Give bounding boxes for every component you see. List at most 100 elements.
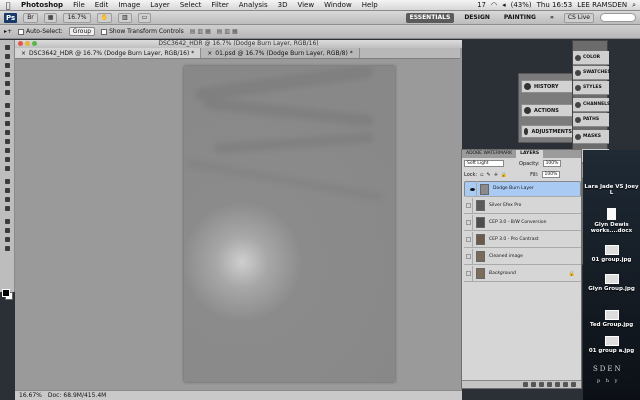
menu-image[interactable]: Image (113, 0, 145, 11)
close-tab-icon[interactable]: × (21, 50, 26, 57)
lock-pixels-icon[interactable]: ✎ (486, 172, 490, 178)
arrange-documents-button[interactable]: ▥ (118, 12, 132, 23)
link-layers-icon[interactable] (523, 382, 528, 387)
close-tab-icon[interactable]: × (207, 50, 212, 57)
lock-transparency-icon[interactable]: ▫ (480, 172, 483, 178)
type-tool-icon[interactable] (2, 187, 13, 194)
menu-help[interactable]: Help (357, 0, 383, 11)
dodge-tool-icon[interactable] (2, 165, 13, 172)
visibility-toggle[interactable] (464, 248, 473, 265)
visibility-toggle[interactable] (464, 265, 473, 282)
history-brush-tool-icon[interactable] (2, 129, 13, 136)
desktop-item-lara-jade[interactable]: Lara Jade VS Joey L (583, 184, 640, 196)
foreground-color-swatch[interactable] (2, 289, 10, 297)
menu-layer[interactable]: Layer (145, 0, 175, 11)
tab-adobe-watermark[interactable]: ADOBE WATERMARK (462, 150, 516, 158)
styles-panel-button[interactable]: STYLES (573, 81, 609, 95)
auto-select-dropdown[interactable]: Group (68, 27, 96, 36)
menu-edit[interactable]: Edit (90, 0, 114, 11)
shape-tool-icon[interactable] (2, 205, 13, 212)
volume-icon[interactable]: ◂ (502, 1, 506, 9)
workspace-painting[interactable]: PAINTING (500, 13, 540, 23)
path-selection-tool-icon[interactable] (2, 196, 13, 203)
quick-select-tool-icon[interactable] (2, 71, 13, 78)
auto-select-checkbox[interactable]: Auto-Select: (18, 28, 63, 35)
menu-analysis[interactable]: Analysis (234, 0, 273, 11)
menu-3d[interactable]: 3D (273, 0, 293, 11)
clock[interactable]: Thu 16:53 (537, 1, 573, 9)
add-mask-icon[interactable] (539, 382, 544, 387)
workspace-more[interactable]: » (546, 13, 558, 23)
bridge-button[interactable]: Br (23, 12, 38, 23)
workspace-essentials[interactable]: ESSENTIALS (405, 12, 455, 23)
3d-orbit-tool-icon[interactable] (2, 227, 13, 234)
fill-field[interactable]: 100% (541, 171, 561, 178)
layer-row-silver-efex[interactable]: Silver Efex Pro (464, 197, 581, 214)
marquee-tool-icon[interactable] (2, 53, 13, 60)
desktop-item-glyn-group[interactable]: Glyn Group.jpg (583, 274, 640, 292)
zoom-level-select[interactable]: 16.7% (63, 12, 91, 23)
zoom-tool-icon[interactable] (2, 245, 13, 252)
layer-row-background[interactable]: Background 🔒 (464, 265, 581, 282)
layer-row-cleaned-image[interactable]: Cleaned image (464, 248, 581, 265)
workspace-design[interactable]: DESIGN (460, 13, 494, 23)
hand-tool-button[interactable]: ✋ (96, 12, 112, 23)
close-window-icon[interactable] (18, 41, 23, 46)
desktop-item-01-group-a[interactable]: 01 group a.jpg (583, 336, 640, 354)
healing-brush-tool-icon[interactable] (2, 102, 13, 109)
menu-file[interactable]: File (68, 0, 90, 11)
zoom-window-icon[interactable] (32, 41, 37, 46)
desktop-item-glyn-doc[interactable]: Glyn Dewis works....docx (583, 208, 640, 234)
lasso-tool-icon[interactable] (2, 62, 13, 69)
history-panel-button[interactable]: HISTORY (521, 80, 573, 93)
brush-tool-icon[interactable] (2, 111, 13, 118)
apple-menu-icon[interactable]:  (0, 1, 16, 10)
3d-rotate-tool-icon[interactable] (2, 218, 13, 225)
desktop-item-01-group[interactable]: 01 group.jpg (583, 245, 640, 263)
visibility-toggle[interactable] (464, 197, 473, 214)
move-tool-preset-icon[interactable]: ▸+ (4, 28, 12, 35)
color-panel-button[interactable]: COLOR (573, 51, 609, 65)
menu-filter[interactable]: Filter (206, 0, 233, 11)
adjustment-layer-icon[interactable] (547, 382, 552, 387)
adjustments-panel-button[interactable]: ADJUSTMENTS (521, 125, 573, 138)
minimize-window-icon[interactable] (25, 41, 30, 46)
masks-panel-button[interactable]: MASKS (573, 130, 609, 144)
layer-row-pro-contrast[interactable]: CEP 3.0 - Pro Contrast (464, 231, 581, 248)
menu-view[interactable]: View (292, 0, 319, 11)
trash-icon[interactable] (571, 382, 576, 387)
menu-app-photoshop[interactable]: Photoshop (16, 0, 68, 11)
tab-layers[interactable]: LAYERS (516, 150, 544, 158)
move-tool-icon[interactable] (2, 44, 13, 51)
visibility-toggle[interactable] (464, 214, 473, 231)
gradient-tool-icon[interactable] (2, 147, 13, 154)
status-zoom[interactable]: 16.67% (19, 391, 42, 400)
crop-tool-icon[interactable] (2, 80, 13, 87)
search-field[interactable] (600, 13, 636, 22)
new-group-icon[interactable] (555, 382, 560, 387)
eraser-tool-icon[interactable] (2, 138, 13, 145)
battery-percent[interactable]: (43%) (511, 1, 532, 9)
transform-controls-checkbox[interactable]: Show Transform Controls (101, 28, 184, 35)
layer-row-bw-conversion[interactable]: CEP 3.0 - B/W Conversion (464, 214, 581, 231)
swatches-panel-button[interactable]: SWATCHES (573, 66, 611, 80)
blur-tool-icon[interactable] (2, 156, 13, 163)
desktop-item-ted-group[interactable]: Ted Group.jpg (583, 310, 640, 328)
cs-live-button[interactable]: CS Live (563, 12, 594, 23)
wifi-icon[interactable]: ◠ (491, 1, 497, 9)
layer-row-dodge-burn[interactable]: Dodge Burn Layer (464, 181, 581, 197)
channels-panel-button[interactable]: CHANNELS (573, 98, 610, 112)
actions-panel-button[interactable]: ACTIONS (521, 104, 573, 117)
hand-tool-icon[interactable] (2, 236, 13, 243)
pen-tool-icon[interactable] (2, 178, 13, 185)
user-name[interactable]: LEE RAMSDEN (577, 1, 627, 9)
new-layer-icon[interactable] (563, 382, 568, 387)
lock-position-icon[interactable]: ✛ (494, 172, 498, 178)
layer-style-icon[interactable] (531, 382, 536, 387)
screen-mode-button[interactable]: ▭ (137, 12, 152, 23)
eyedropper-tool-icon[interactable] (2, 89, 13, 96)
clone-stamp-tool-icon[interactable] (2, 120, 13, 127)
notification-badge[interactable]: 17 (477, 1, 486, 9)
opacity-field[interactable]: 100% (542, 160, 562, 167)
align-buttons[interactable]: ▤▥▦ ▤▥▦ (190, 28, 240, 35)
